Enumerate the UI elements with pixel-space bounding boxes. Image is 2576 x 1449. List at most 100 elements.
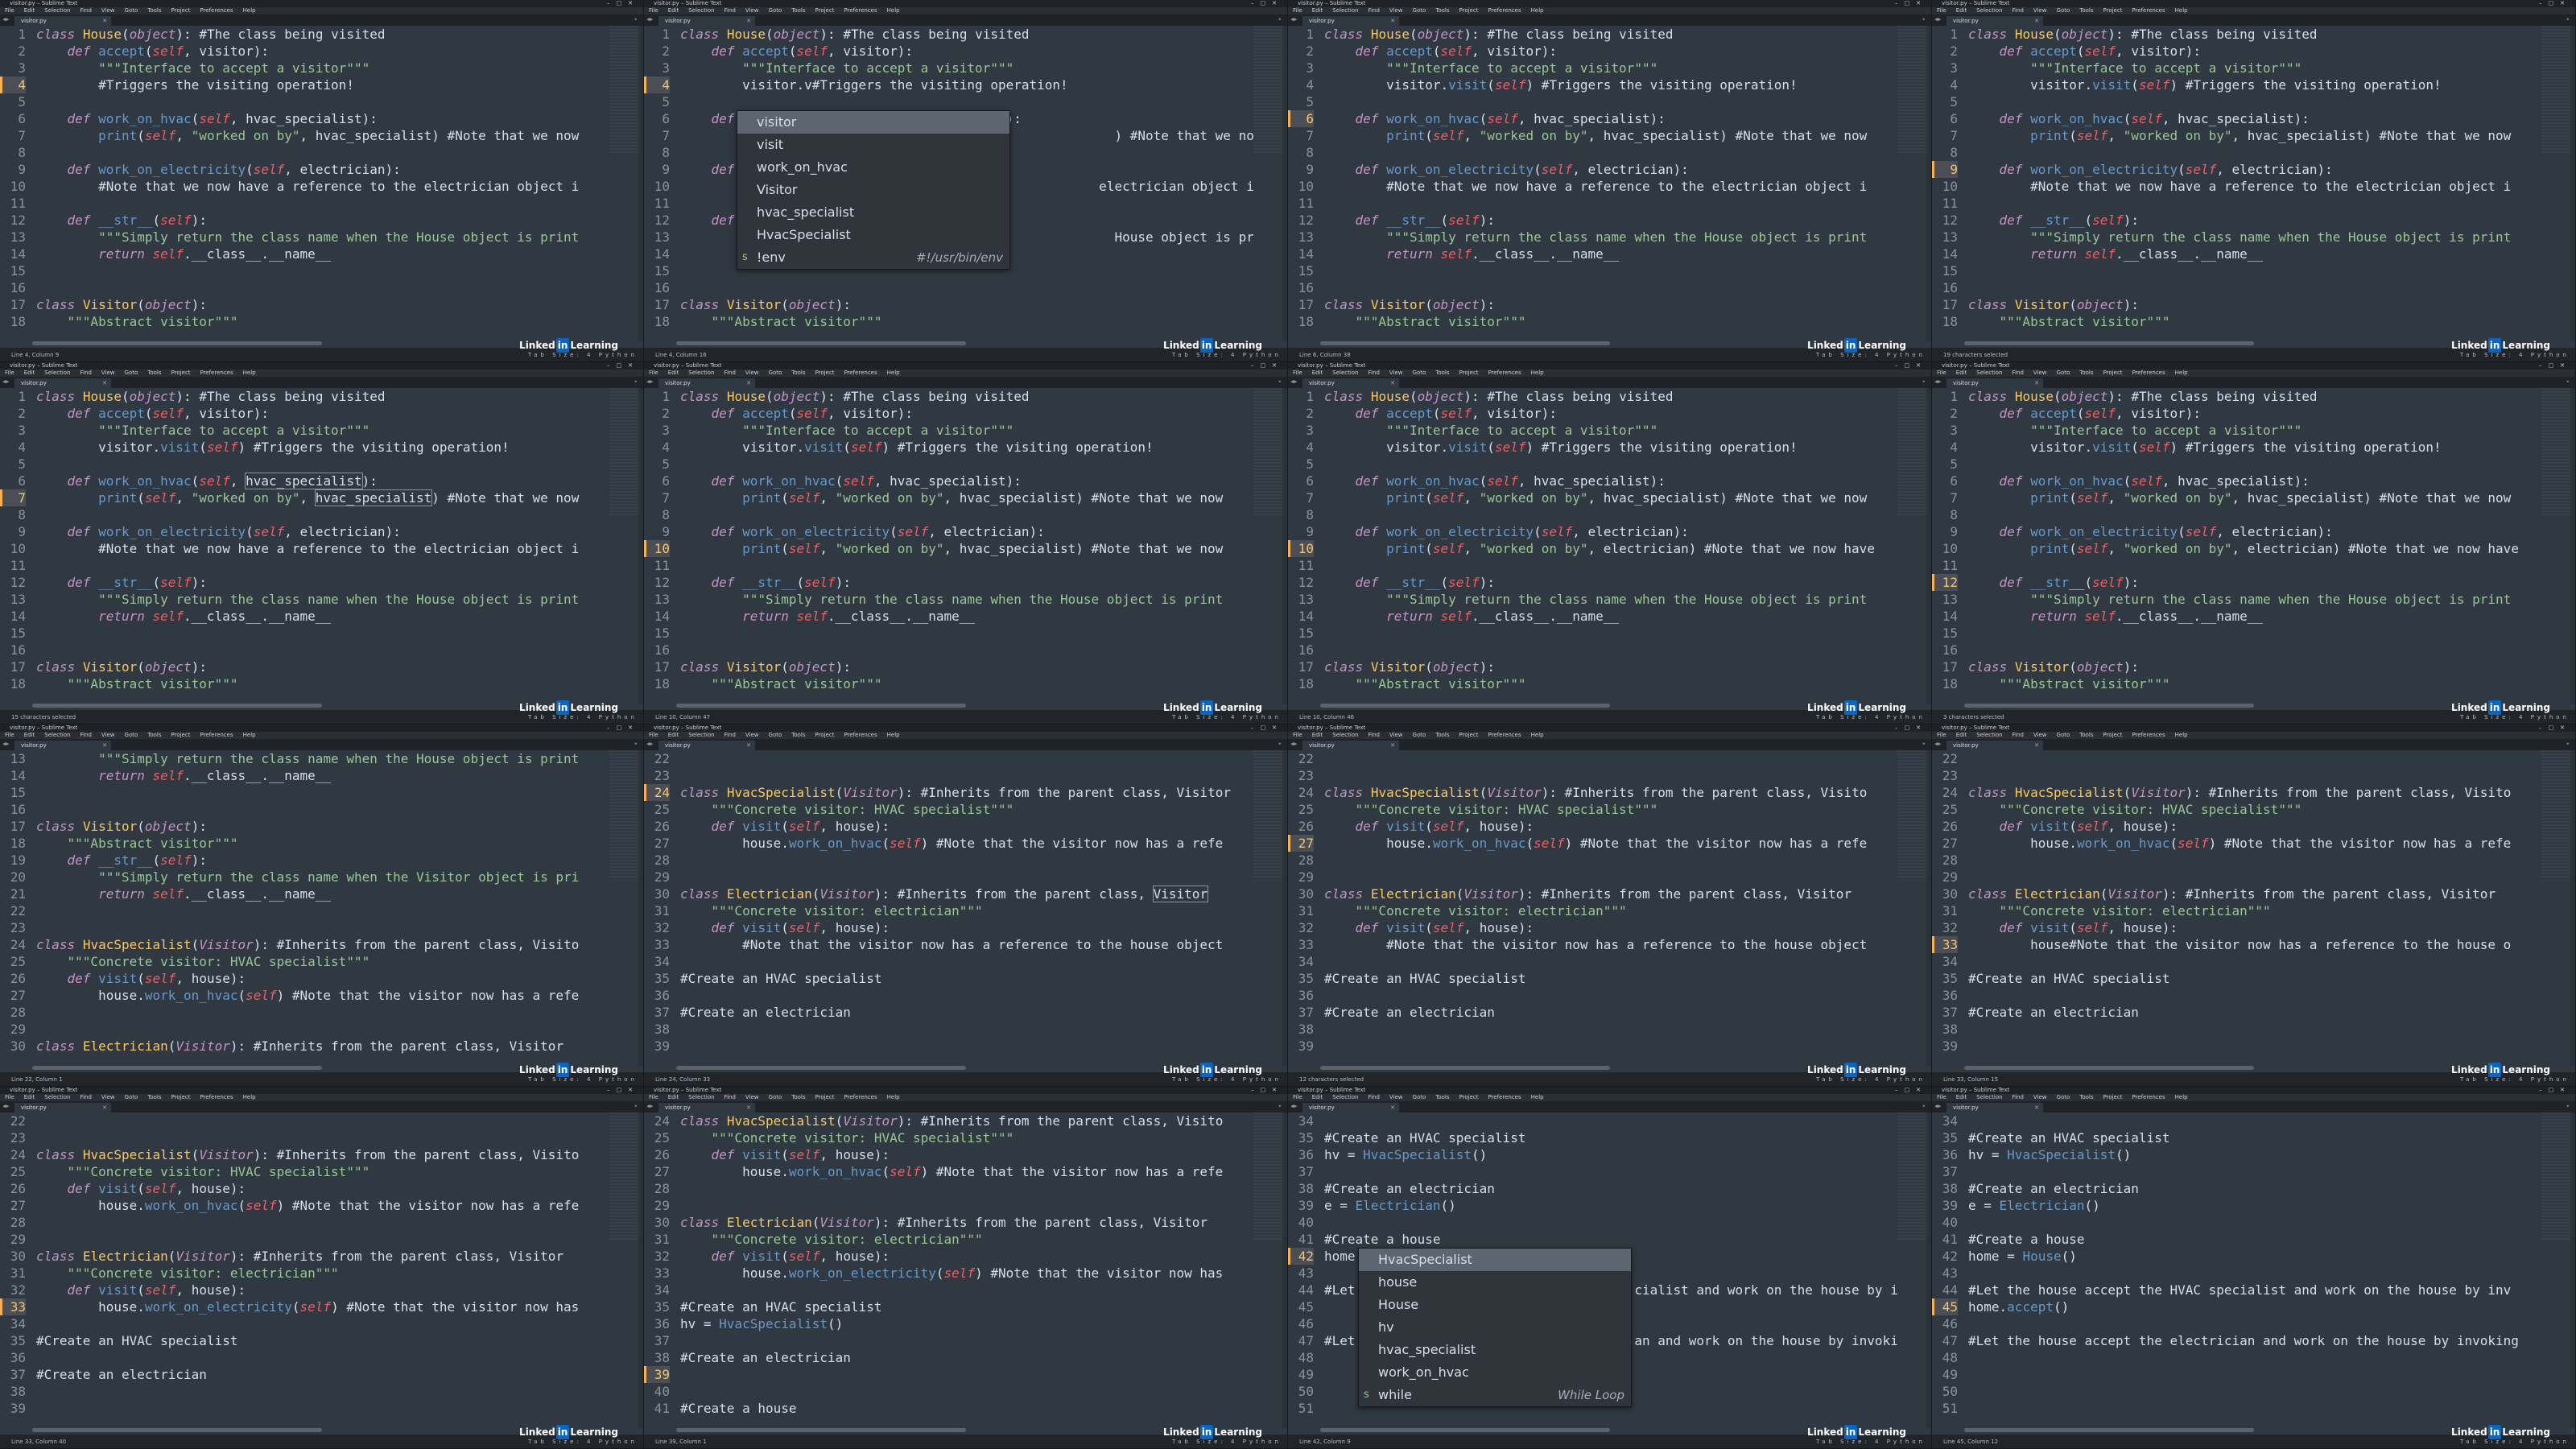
code-line[interactable]: class House(object): #The class being vi… bbox=[1324, 388, 1674, 405]
minimap[interactable] bbox=[1253, 1113, 1282, 1241]
autocomplete-item[interactable]: HvacSpecialist bbox=[737, 224, 1009, 246]
code-line[interactable]: class HvacSpecialist(Visitor): #Inherits… bbox=[36, 936, 579, 953]
tab-dropdown-icon[interactable]: ▾ bbox=[1278, 1103, 1282, 1109]
menu-item[interactable]: Preferences bbox=[1488, 732, 1521, 739]
menu-item[interactable]: View bbox=[745, 732, 759, 739]
code-line[interactable]: return self.__class__.__name__ bbox=[36, 246, 331, 262]
vertical-scrollbar[interactable] bbox=[2570, 26, 2575, 341]
code-line[interactable]: #Create an electrician bbox=[1324, 1004, 1495, 1021]
code-line[interactable]: visitor.visit(self) #Triggers the visiti… bbox=[1968, 76, 2442, 93]
code-line[interactable]: def accept(self, visitor): bbox=[680, 43, 913, 60]
code-line[interactable]: def visit(self, house): bbox=[36, 970, 246, 987]
code-line[interactable]: def __str__(self): bbox=[680, 574, 851, 591]
horizontal-scrollbar[interactable] bbox=[676, 341, 966, 345]
menu-item[interactable]: Preferences bbox=[844, 7, 877, 14]
code-line[interactable]: class House(object): #The class being vi… bbox=[680, 26, 1030, 43]
vertical-scrollbar[interactable] bbox=[638, 750, 643, 1066]
menu-item[interactable]: Edit bbox=[668, 369, 679, 377]
close-tab-icon[interactable]: ✕ bbox=[746, 16, 751, 26]
autocomplete-item[interactable]: s !env #!/usr/bin/env bbox=[737, 246, 1009, 269]
window-controls[interactable]: –□✕ bbox=[607, 0, 639, 7]
code-line[interactable]: house.work_on_hvac(self) #Note that the … bbox=[680, 835, 1223, 852]
file-tab[interactable]: visitor.py ✕ bbox=[1302, 741, 1399, 750]
minimap[interactable] bbox=[1897, 1113, 1926, 1241]
menu-item[interactable]: Goto bbox=[769, 7, 782, 14]
code-line[interactable]: def work_on_electricity(self, electricia… bbox=[1324, 161, 1689, 178]
code-line[interactable]: class HvacSpecialist(Visitor): #Inherits… bbox=[680, 784, 1231, 801]
vertical-scrollbar[interactable] bbox=[2570, 388, 2575, 704]
horizontal-scrollbar[interactable] bbox=[32, 704, 322, 708]
tab-dropdown-icon[interactable]: ▾ bbox=[634, 1103, 638, 1109]
menu-item[interactable]: Tools bbox=[1435, 369, 1449, 377]
menu-item[interactable]: Project bbox=[815, 1094, 835, 1101]
file-tab[interactable]: visitor.py ✕ bbox=[658, 1103, 755, 1113]
code-line[interactable]: #Create an electrician bbox=[1324, 1180, 1495, 1197]
code-line[interactable]: def __str__(self): bbox=[1968, 574, 2139, 591]
autocomplete-item[interactable]: hv bbox=[1359, 1316, 1631, 1339]
code-line[interactable]: def __str__(self): bbox=[36, 852, 207, 869]
file-tab[interactable]: visitor.py ✕ bbox=[658, 741, 755, 750]
code-line[interactable]: """Concrete visitor: HVAC specialist""" bbox=[36, 1163, 370, 1180]
close-tab-icon[interactable]: ✕ bbox=[102, 1103, 107, 1113]
menu-item[interactable]: Selection bbox=[1976, 7, 2002, 14]
menu-item[interactable]: Edit bbox=[1956, 369, 1967, 377]
menu-item[interactable]: Edit bbox=[24, 732, 35, 739]
code-line[interactable]: def __str__(self): bbox=[36, 212, 207, 229]
horizontal-scrollbar[interactable] bbox=[1964, 341, 2254, 345]
tab-nav-arrows-icon[interactable]: ◀▶ bbox=[2, 741, 9, 747]
file-tab[interactable]: visitor.py ✕ bbox=[14, 16, 111, 26]
code-line[interactable]: return self.__class__.__name__ bbox=[1968, 246, 2263, 262]
menu-item[interactable]: View bbox=[2033, 1094, 2047, 1101]
vertical-scrollbar[interactable] bbox=[1926, 388, 1931, 704]
code-line[interactable]: """Interface to accept a visitor""" bbox=[1324, 422, 1657, 439]
code-line[interactable]: """Interface to accept a visitor""" bbox=[680, 60, 1013, 76]
code-editor[interactable]: #Create an HVAC specialist hv = HvacSpeci… bbox=[1968, 1113, 2541, 1428]
tab-nav-arrows-icon[interactable]: ◀▶ bbox=[1934, 1103, 1941, 1109]
code-line[interactable]: """Abstract visitor""" bbox=[680, 675, 882, 692]
menu-item[interactable]: Help bbox=[1531, 732, 1544, 739]
code-line[interactable]: class Visitor(object): bbox=[1968, 296, 2139, 313]
file-tab[interactable]: visitor.py ✕ bbox=[1302, 1103, 1399, 1113]
menu-item[interactable]: Selection bbox=[688, 1094, 714, 1101]
menu-item[interactable]: Find bbox=[1368, 732, 1380, 739]
close-tab-icon[interactable]: ✕ bbox=[1390, 378, 1395, 388]
code-line[interactable]: class Visitor(object): bbox=[680, 296, 851, 313]
code-line[interactable]: def __str__(self): bbox=[1968, 212, 2139, 229]
code-line[interactable]: def work_on_hvac(self, hvac_specialist): bbox=[1324, 473, 1666, 489]
code-editor[interactable]: class House(object): #The class being vi… bbox=[1968, 26, 2541, 341]
menu-item[interactable]: Find bbox=[80, 7, 92, 14]
minimap[interactable] bbox=[609, 750, 638, 879]
menu-item[interactable]: Selection bbox=[688, 732, 714, 739]
code-line[interactable]: def visit(self, house): bbox=[1968, 818, 2178, 835]
menu-item[interactable]: File bbox=[649, 369, 658, 377]
code-line[interactable]: print(self, "worked on by", hvac_special… bbox=[680, 489, 1223, 506]
menu-item[interactable]: Help bbox=[887, 369, 900, 377]
menu-item[interactable]: File bbox=[649, 1094, 658, 1101]
code-line[interactable]: """Interface to accept a visitor""" bbox=[36, 60, 369, 76]
code-editor[interactable]: class HvacSpecialist(Visitor): #Inherits… bbox=[1324, 750, 1897, 1066]
code-line[interactable]: #Create an electrician bbox=[1968, 1004, 2139, 1021]
code-line[interactable]: class HvacSpecialist(Visitor): #Inherits… bbox=[1324, 784, 1867, 801]
menu-item[interactable]: View bbox=[745, 369, 759, 377]
menu-item[interactable]: View bbox=[2033, 7, 2047, 14]
autocomplete-item[interactable]: Visitor bbox=[737, 179, 1009, 201]
autocomplete-item[interactable]: house bbox=[1359, 1271, 1631, 1294]
code-line[interactable]: """Concrete visitor: electrician""" bbox=[1968, 902, 2271, 919]
tab-nav-arrows-icon[interactable]: ◀▶ bbox=[1290, 16, 1297, 23]
autocomplete-item[interactable]: visitor bbox=[737, 111, 1009, 134]
code-line[interactable]: #Create an HVAC specialist bbox=[1968, 970, 2169, 987]
menu-item[interactable]: Help bbox=[243, 7, 256, 14]
minimap[interactable] bbox=[1897, 750, 1926, 879]
code-line[interactable]: """Abstract visitor""" bbox=[36, 835, 238, 852]
code-line[interactable]: #Note that we now have a reference to th… bbox=[1324, 178, 1867, 195]
code-line[interactable]: def visit(self, house): bbox=[1324, 818, 1534, 835]
tab-nav-arrows-icon[interactable]: ◀▶ bbox=[646, 741, 653, 747]
code-line[interactable]: class Electrician(Visitor): #Inherits fr… bbox=[1324, 886, 1852, 902]
code-line[interactable]: class Visitor(object): bbox=[1324, 658, 1495, 675]
menu-item[interactable]: Preferences bbox=[2132, 7, 2165, 14]
minimap[interactable] bbox=[2541, 1113, 2570, 1241]
code-line[interactable]: class Visitor(object): bbox=[36, 658, 207, 675]
menu-item[interactable]: File bbox=[1937, 7, 1946, 14]
code-line[interactable]: #Create an electrician bbox=[680, 1349, 851, 1366]
menu-item[interactable]: Tools bbox=[2079, 7, 2093, 14]
